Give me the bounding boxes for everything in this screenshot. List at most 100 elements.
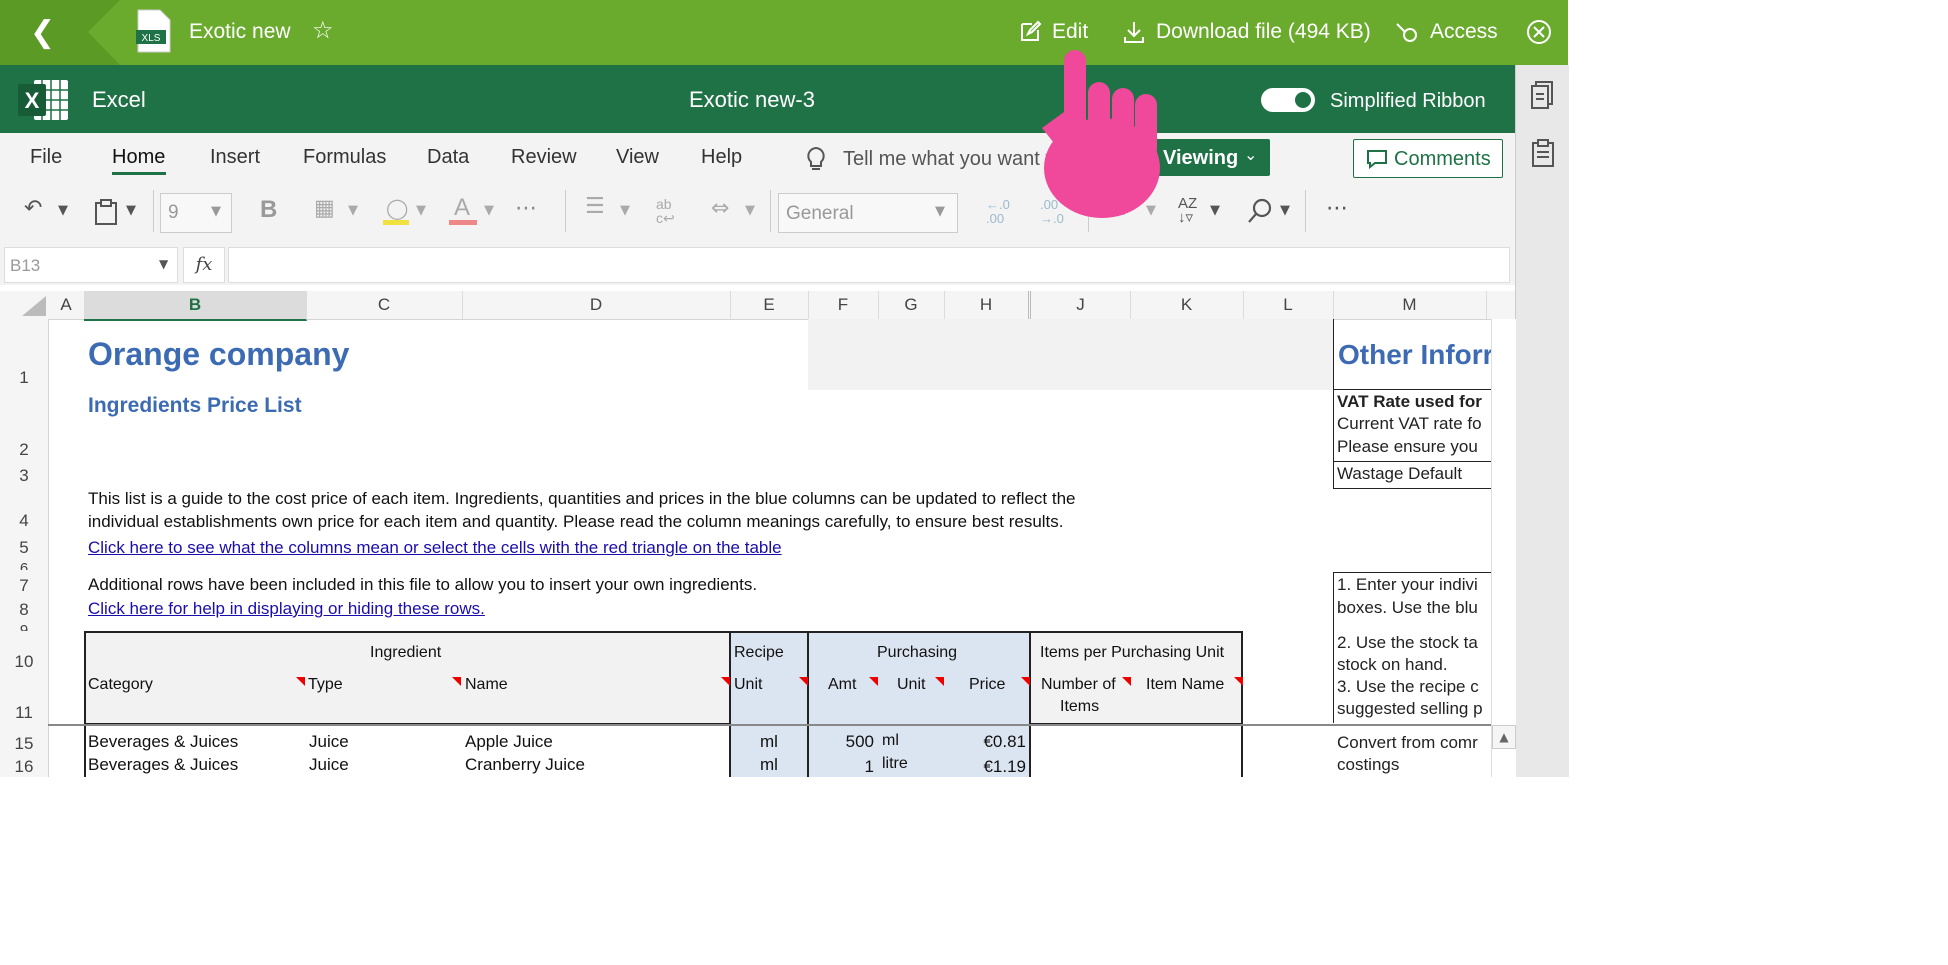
header-category[interactable]: Category bbox=[88, 676, 153, 694]
align-dropdown-icon[interactable]: ▼ bbox=[620, 203, 630, 218]
edit-button[interactable]: Edit bbox=[1052, 20, 1088, 44]
row-header-9[interactable]: 9 bbox=[0, 622, 48, 631]
header-name[interactable]: Name bbox=[465, 676, 508, 694]
pages-icon[interactable] bbox=[1530, 80, 1556, 110]
merge-icon[interactable]: ⇔ bbox=[711, 196, 729, 221]
header-type[interactable]: Type bbox=[308, 676, 343, 694]
borders-icon[interactable]: ▦ bbox=[314, 196, 335, 221]
comments-button[interactable]: Comments bbox=[1353, 139, 1503, 178]
cell-purchase-unit[interactable]: litre bbox=[882, 755, 908, 773]
cell-recipe-unit[interactable]: ml bbox=[760, 732, 778, 752]
wrap-text-icon[interactable]: ab c↩ bbox=[656, 197, 675, 225]
sheet-title[interactable]: Orange company bbox=[88, 336, 349, 373]
comment-indicator-icon[interactable] bbox=[799, 677, 808, 686]
tab-insert[interactable]: Insert bbox=[210, 146, 260, 169]
convert-line2[interactable]: costings bbox=[1337, 755, 1399, 775]
row-header-2[interactable]: 2 bbox=[0, 440, 48, 460]
cell-price[interactable]: €1.19 bbox=[944, 757, 1026, 777]
row-header-16[interactable]: 16 bbox=[0, 757, 48, 777]
comment-indicator-icon[interactable] bbox=[935, 677, 944, 686]
clipboard-icon[interactable] bbox=[1531, 138, 1555, 168]
cell-category[interactable]: Beverages & Juices bbox=[88, 755, 238, 775]
header-price[interactable]: Price bbox=[969, 676, 1005, 694]
name-box[interactable]: B13 ▼ bbox=[4, 247, 178, 283]
download-button[interactable]: Download file (494 KB) bbox=[1156, 20, 1371, 44]
header-amt[interactable]: Amt bbox=[828, 676, 856, 694]
comment-indicator-icon[interactable] bbox=[1122, 677, 1131, 686]
row-header-4[interactable]: 4 bbox=[0, 511, 48, 531]
more-font-options-icon[interactable]: ⋯ bbox=[515, 196, 537, 221]
undo-dropdown-icon[interactable]: ▼ bbox=[58, 203, 68, 218]
comment-indicator-icon[interactable] bbox=[1021, 677, 1030, 686]
row-header-10[interactable]: 10 bbox=[0, 652, 48, 672]
paste-icon[interactable] bbox=[94, 198, 118, 226]
group-purchasing[interactable]: Purchasing bbox=[877, 644, 957, 662]
col-header-b[interactable]: B bbox=[84, 291, 307, 321]
intro-text-line1[interactable]: This list is a guide to the cost price o… bbox=[88, 489, 1076, 509]
row-header-7[interactable]: 7 bbox=[0, 576, 48, 596]
col-header-h[interactable]: H bbox=[944, 291, 1031, 319]
col-header-c[interactable]: C bbox=[306, 291, 463, 319]
row-header-11[interactable]: 11 bbox=[0, 703, 48, 723]
cell-amt[interactable]: 500 bbox=[808, 732, 874, 752]
more-options-icon[interactable]: ⋯ bbox=[1326, 196, 1348, 221]
col-header-g[interactable]: G bbox=[878, 291, 945, 319]
header-item-name[interactable]: Item Name bbox=[1146, 676, 1224, 694]
col-header-l[interactable]: L bbox=[1243, 291, 1334, 319]
col-header-j[interactable]: J bbox=[1031, 291, 1131, 319]
tab-review[interactable]: Review bbox=[511, 146, 577, 169]
vertical-scrollbar[interactable]: ▲ bbox=[1491, 319, 1516, 777]
simplified-ribbon-toggle[interactable] bbox=[1261, 88, 1315, 112]
row-header-5[interactable]: 5 bbox=[0, 538, 48, 558]
cell-name[interactable]: Apple Juice bbox=[465, 732, 553, 752]
star-icon[interactable]: ☆ bbox=[312, 16, 334, 44]
cell-amt[interactable]: 1 bbox=[808, 757, 874, 777]
font-size-select[interactable]: 9 ▼ bbox=[160, 193, 232, 233]
comment-indicator-icon[interactable] bbox=[296, 677, 305, 686]
group-ingredient[interactable]: Ingredient bbox=[370, 644, 441, 662]
step3-line1[interactable]: 3. Use the recipe c bbox=[1337, 677, 1479, 697]
column-meanings-link[interactable]: Click here to see what the columns mean … bbox=[88, 538, 782, 558]
formula-input[interactable] bbox=[228, 247, 1510, 283]
step1-line1[interactable]: 1. Enter your indivi bbox=[1337, 575, 1478, 595]
intro-text-line2[interactable]: individual establishments own price for … bbox=[88, 512, 1064, 532]
cell-purchase-unit[interactable]: ml bbox=[882, 732, 899, 750]
header-purchase-unit[interactable]: Unit bbox=[897, 676, 925, 694]
group-items-per-unit[interactable]: Items per Purchasing Unit bbox=[1040, 644, 1224, 662]
close-icon[interactable] bbox=[1526, 19, 1552, 50]
scroll-up-icon[interactable]: ▲ bbox=[1492, 725, 1516, 749]
tab-formulas[interactable]: Formulas bbox=[303, 146, 386, 169]
group-recipe[interactable]: Recipe bbox=[734, 644, 784, 662]
col-header-k[interactable]: K bbox=[1130, 291, 1244, 319]
tab-view[interactable]: View bbox=[616, 146, 659, 169]
header-number-of[interactable]: Number of bbox=[1041, 676, 1116, 694]
decrease-decimal-icon[interactable]: ←.0.00 bbox=[986, 198, 1010, 226]
cell-name[interactable]: Cranberry Juice bbox=[465, 755, 585, 775]
col-header-f[interactable]: F bbox=[808, 291, 879, 319]
align-icon[interactable]: ☰ bbox=[585, 194, 605, 219]
additional-rows-text[interactable]: Additional rows have been included in th… bbox=[88, 575, 757, 595]
cell-type[interactable]: Juice bbox=[309, 732, 349, 752]
fill-color-icon[interactable]: ◯ bbox=[383, 196, 409, 226]
undo-icon[interactable]: ↶ bbox=[24, 196, 42, 221]
bold-icon[interactable]: B bbox=[260, 196, 277, 224]
vat-line2[interactable]: Please ensure you bbox=[1337, 437, 1478, 457]
col-header-d[interactable]: D bbox=[462, 291, 731, 319]
header-items[interactable]: Items bbox=[1060, 698, 1099, 716]
cell-type[interactable]: Juice bbox=[309, 755, 349, 775]
tab-file[interactable]: File bbox=[30, 146, 62, 169]
other-info-title[interactable]: Other Inforr bbox=[1338, 339, 1492, 371]
sort-filter-dropdown-icon[interactable]: ▼ bbox=[1210, 203, 1220, 218]
paste-dropdown-icon[interactable]: ▼ bbox=[126, 203, 136, 218]
tab-home[interactable]: Home bbox=[112, 146, 165, 169]
find-icon[interactable] bbox=[1246, 197, 1274, 225]
hide-rows-help-link[interactable]: Click here for help in displaying or hid… bbox=[88, 599, 485, 619]
comment-indicator-icon[interactable] bbox=[1234, 677, 1243, 686]
number-format-select[interactable]: General ▼ bbox=[778, 193, 958, 233]
sort-filter-icon[interactable]: AZ ↓▿ bbox=[1178, 196, 1197, 225]
col-header-a[interactable]: A bbox=[48, 291, 85, 319]
row-header-8[interactable]: 8 bbox=[0, 600, 48, 620]
row-header-6[interactable]: 6 bbox=[0, 560, 48, 570]
cell-category[interactable]: Beverages & Juices bbox=[88, 732, 238, 752]
row-header-3[interactable]: 3 bbox=[0, 466, 48, 486]
